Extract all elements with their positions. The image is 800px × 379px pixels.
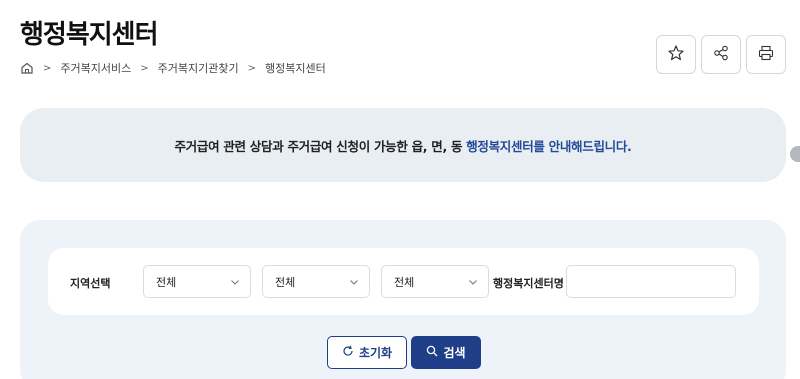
star-icon	[667, 44, 685, 65]
reset-label: 초기화	[358, 346, 393, 360]
breadcrumb-item-housing-service[interactable]: 주거복지서비스	[60, 60, 131, 76]
breadcrumb-separator: >	[43, 62, 52, 74]
select-value: 전체	[156, 275, 177, 289]
chevron-down-icon	[230, 277, 240, 287]
search-label: 검색	[443, 346, 466, 360]
search-panel: 지역선택 전체 전체 전체 행정복지센터명 초기화 검색	[20, 220, 786, 379]
refresh-icon	[342, 345, 354, 360]
notice-banner: 주거급여 관련 상담과 주거급여 신청이 가능한 읍, 면, 동 행정복지센터를…	[20, 108, 786, 182]
scroll-handle[interactable]	[790, 146, 800, 162]
notice-text: 주거급여 관련 상담과 주거급여 신청이 가능한 읍, 면, 동	[174, 138, 463, 154]
chevron-down-icon	[468, 277, 478, 287]
filter-box: 지역선택 전체 전체 전체 행정복지센터명	[48, 248, 759, 315]
chevron-down-icon	[349, 277, 359, 287]
page-toolbar	[656, 35, 786, 74]
region-select-dong[interactable]: 전체	[381, 265, 489, 298]
reset-button[interactable]: 초기화	[327, 336, 407, 369]
home-icon[interactable]	[20, 61, 34, 75]
breadcrumb-item-current: 행정복지센터	[264, 62, 326, 75]
print-button[interactable]	[746, 35, 786, 74]
favorite-button[interactable]	[656, 35, 696, 74]
region-select-sido[interactable]: 전체	[143, 265, 251, 298]
breadcrumb: > 주거복지서비스 > 주거복지기관찾기 > 행정복지센터	[20, 60, 326, 76]
print-icon	[757, 44, 775, 65]
search-button[interactable]: 검색	[411, 336, 481, 369]
share-button[interactable]	[701, 35, 741, 74]
center-name-input[interactable]	[566, 265, 736, 298]
region-select-sigungu[interactable]: 전체	[262, 265, 370, 298]
select-value: 전체	[394, 275, 415, 289]
select-value: 전체	[275, 275, 296, 289]
search-icon	[426, 345, 438, 360]
center-name-label: 행정복지센터명	[493, 277, 564, 290]
page-title: 행정복지센터	[20, 20, 159, 50]
region-label: 지역선택	[70, 277, 111, 290]
breadcrumb-item-find-agency[interactable]: 주거복지기관찾기	[158, 60, 239, 76]
share-icon	[712, 44, 730, 65]
breadcrumb-separator: >	[247, 62, 256, 74]
breadcrumb-separator: >	[140, 62, 149, 74]
notice-highlight: 행정복지센터를 안내해드립니다.	[466, 138, 632, 154]
